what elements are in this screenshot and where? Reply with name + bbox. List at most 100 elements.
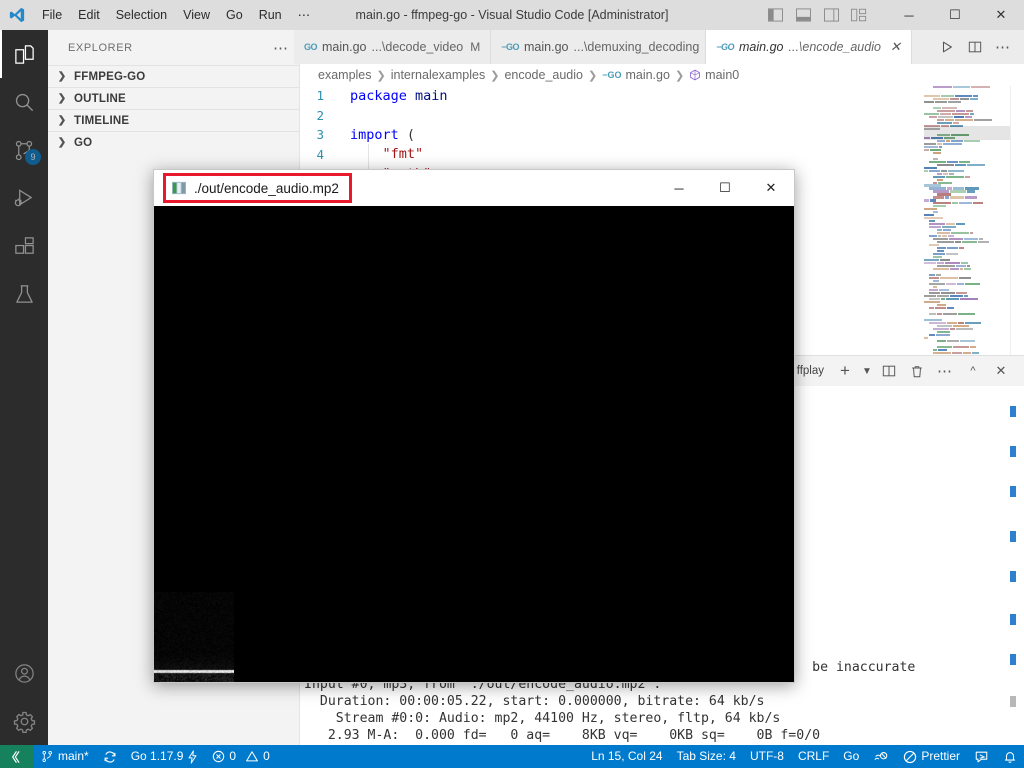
breadcrumb-item-encode-audio[interactable]: encode_audio [504,68,583,82]
ffplay-close-button[interactable]: ✕ [748,170,794,206]
status-branch[interactable]: main* [34,745,96,768]
toggle-secondary-sidebar-icon[interactable] [818,0,844,30]
status-sync[interactable] [96,745,124,768]
activity-item-source-control[interactable]: 9 [0,126,48,174]
sidebar-more-actions-icon[interactable]: ⋯ [273,39,289,57]
title-bar: File Edit Selection View Go Run ⋯ main.g… [0,0,1024,30]
go-test-icon [873,750,889,764]
minimap-line [924,121,1010,124]
minimap-line [924,348,1010,351]
breadcrumb-item-main-go[interactable]: main.go [625,68,669,82]
close-panel-icon[interactable]: ✕ [988,357,1014,385]
breadcrumb-item-internalexamples[interactable]: internalexamples [391,68,486,82]
split-terminal-icon[interactable] [876,357,902,385]
ffplay-window[interactable]: ./out/encode_audio.mp2 ─ ☐ ✕ [153,169,795,683]
activity-item-explorer[interactable] [0,30,48,78]
remote-window-icon[interactable] [0,745,34,768]
terminal-scrollbar[interactable] [1006,386,1020,746]
status-language-mode[interactable]: Go [836,745,866,768]
ffplay-window-controls[interactable]: ─ ☐ ✕ [656,170,794,206]
maximize-button[interactable]: ☐ [932,0,978,30]
ffplay-minimize-button[interactable]: ─ [656,170,702,206]
ffplay-maximize-button[interactable]: ☐ [702,170,748,206]
status-go-test[interactable] [866,745,896,768]
breadcrumb-item-examples[interactable]: examples [318,68,372,82]
minimap-line [924,268,1010,271]
editor-tab-encode-audio[interactable]: −GO main.go ...\encode_audio ✕ [706,30,912,64]
status-notifications[interactable] [996,745,1024,768]
toggle-primary-sidebar-icon[interactable] [762,0,788,30]
menu-bar[interactable]: File Edit Selection View Go Run ⋯ [34,0,318,30]
run-code-icon[interactable] [934,30,960,64]
activity-item-run-and-debug[interactable] [0,174,48,222]
ffplay-title-bar[interactable]: ./out/encode_audio.mp2 ─ ☐ ✕ [154,170,794,206]
minimap-line [924,294,1010,297]
layout-controls[interactable] [762,0,886,30]
status-go-version[interactable]: Go 1.17.9 [124,745,206,768]
ffplay-video-canvas[interactable] [154,206,794,682]
status-tab-size[interactable]: Tab Size: 4 [670,745,743,768]
status-eol[interactable]: CRLF [791,745,836,768]
sidebar-section-timeline[interactable]: ❯ TIMELINE [48,109,299,131]
toggle-panel-icon[interactable] [790,0,816,30]
status-encoding[interactable]: UTF-8 [743,745,791,768]
activity-item-manage[interactable] [0,697,48,745]
minimap-line [924,163,1010,166]
go-file-icon: −GO [716,42,735,52]
activity-item-search[interactable] [0,78,48,126]
customize-layout-icon[interactable] [846,0,872,30]
breadcrumb-item-main0[interactable]: main0 [705,68,739,82]
bell-icon [1003,750,1017,764]
maximize-panel-icon[interactable]: ^ [960,357,986,385]
minimap-line [924,312,1010,315]
activity-item-accounts[interactable] [0,649,48,697]
editor-tab-demuxing-decoding[interactable]: −GO main.go ...\demuxing_decoding M [491,30,716,64]
prettier-icon [903,750,917,764]
close-button[interactable]: ✕ [978,0,1024,30]
more-actions-icon[interactable]: ⋯ [990,30,1016,64]
sidebar-section-outline[interactable]: ❯ OUTLINE [48,87,299,109]
kill-terminal-icon[interactable] [904,357,930,385]
menu-view[interactable]: View [175,0,218,30]
error-count: 0 [229,749,237,763]
status-feedback[interactable] [967,745,996,768]
new-terminal-icon[interactable]: + [832,357,858,385]
menu-run[interactable]: Run [251,0,290,30]
error-icon [212,750,225,763]
chevron-right-icon: ❯ [57,115,67,126]
split-editor-icon[interactable] [962,30,988,64]
menu-more[interactable]: ⋯ [290,0,319,30]
minimap-line [924,166,1010,169]
window-controls[interactable]: ─ ☐ ✕ [886,0,1024,30]
minimap-line [924,220,1010,223]
terminal-marker [1010,654,1016,665]
minimap-line [924,330,1010,333]
menu-edit[interactable]: Edit [70,0,108,30]
minimap-line [924,300,1010,303]
status-cursor-position[interactable]: Ln 15, Col 24 [584,745,669,768]
feedback-icon [974,750,989,764]
tab-close-icon[interactable]: ✕ [890,39,901,55]
minimap-line [924,291,1010,295]
menu-file[interactable]: File [34,0,70,30]
menu-go[interactable]: Go [218,0,251,30]
sidebar-section-ffmpeg-go[interactable]: ❯ FFMPEG-GO [48,65,299,87]
status-prettier[interactable]: Prettier [896,745,967,768]
more-actions-icon[interactable]: ⋯ [932,357,958,385]
go-lightning-icon [187,749,198,764]
activity-item-extensions[interactable] [0,222,48,270]
sidebar-section-go[interactable]: ❯ GO [48,131,299,153]
activity-item-testing[interactable] [0,270,48,318]
terminal-dropdown-icon[interactable]: ▼ [860,357,874,385]
minimap-line [924,157,1010,160]
minimize-button[interactable]: ─ [886,0,932,30]
breadcrumb[interactable]: examples ❯ internalexamples ❯ encode_aud… [300,64,1024,86]
editor-tab-decode-video[interactable]: GO main.go ...\decode_video M [294,30,492,64]
title-bar-right: ─ ☐ ✕ [762,0,1024,30]
status-problems[interactable]: 0 0 [205,745,276,768]
sidebar-section-label: FFMPEG-GO [74,70,146,83]
menu-selection[interactable]: Selection [108,0,175,30]
minimap-line [924,265,1010,268]
minimap-line [924,327,1010,330]
minimap-slider[interactable] [924,126,1010,140]
